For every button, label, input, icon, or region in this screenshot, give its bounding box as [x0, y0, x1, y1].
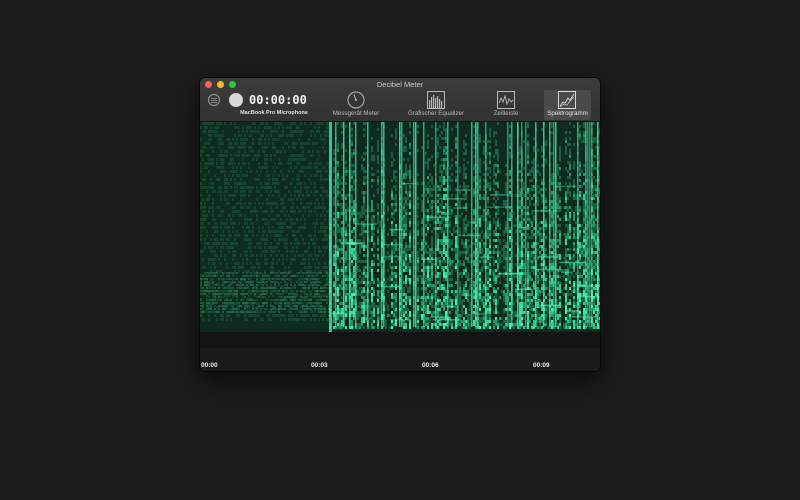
- title-bar: Decibel Meter 00:00:00 MacBook Pro Micro…: [200, 78, 600, 122]
- elapsed-timer: 00:00:00: [249, 93, 307, 107]
- spectrogram-icon: [558, 91, 576, 109]
- tab-equalizer-label: Grafischer Equalizer: [407, 110, 465, 117]
- spectrogram-canvas: [200, 122, 600, 348]
- decibel-meter-window: Decibel Meter 00:00:00 MacBook Pro Micro…: [200, 78, 600, 371]
- gauge-icon: [347, 91, 365, 109]
- time-tick: 00:00: [201, 362, 218, 369]
- tab-spectrogram-label: Spektrogramm: [547, 110, 588, 117]
- time-tick: 00:09: [533, 362, 550, 369]
- time-tick: 00:06: [422, 362, 439, 369]
- tab-spectrogram[interactable]: Spektrogramm: [544, 90, 591, 120]
- timeline-icon: [497, 91, 515, 109]
- tab-equalizer[interactable]: Grafischer Equalizer: [399, 90, 473, 120]
- time-axis: 00:00 00:03 00:06 00:09: [200, 348, 600, 371]
- list-icon: [211, 97, 217, 103]
- record-button[interactable]: [229, 93, 243, 107]
- tab-timeline-label: Zeitleiste: [493, 110, 519, 117]
- tab-meter-label: Messgerät Meter: [332, 110, 380, 117]
- tab-meter[interactable]: Messgerät Meter: [325, 90, 387, 120]
- time-tick: 00:03: [311, 362, 328, 369]
- equalizer-icon: [427, 91, 445, 109]
- menu-button[interactable]: [208, 94, 220, 106]
- input-device-label[interactable]: MacBook Pro Microphone: [230, 110, 318, 116]
- spectrogram-view: [200, 122, 600, 348]
- tab-timeline[interactable]: Zeitleiste: [484, 90, 528, 120]
- window-title: Decibel Meter: [376, 80, 424, 89]
